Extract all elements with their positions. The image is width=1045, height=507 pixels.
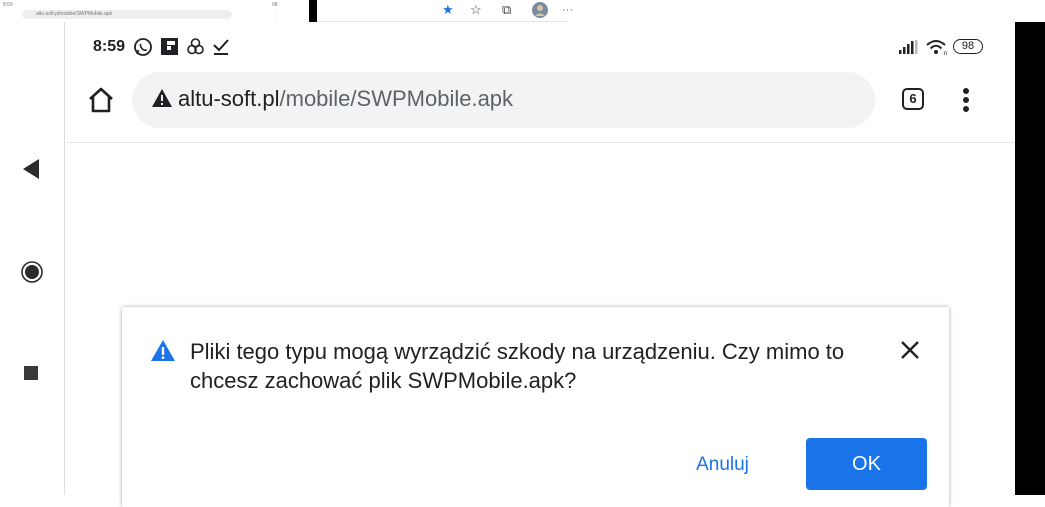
status-time: 8:59 [93,38,126,55]
toolbar-divider [66,142,1015,143]
collections-icon[interactable]: ⧉ [502,2,511,18]
browser-icon [187,38,204,55]
window-divider [309,0,317,22]
profile-icon[interactable] [532,2,548,22]
wifi-icon: n [926,40,947,56]
favorites-icon[interactable]: ☆ [470,2,482,18]
battery-icon: 98 [953,39,983,54]
system-nav-bar [0,22,65,495]
home-icon[interactable] [86,85,116,115]
whatsapp-icon [134,38,152,56]
ok-button[interactable]: OK [806,438,927,490]
thumbnail-battery: 98 [272,2,278,8]
back-icon[interactable] [23,159,39,179]
status-bar: 8:59 n 98 [65,22,1015,70]
url-path: /mobile/SWPMobile.apk [279,86,514,111]
svg-text:n: n [944,51,947,56]
thumbnail-status-time: 8:59 [3,2,13,8]
ellipsis-icon[interactable]: ··· [562,2,573,18]
browser-toolbar-strip: ★ ☆ ⧉ ··· [317,0,573,22]
star-icon[interactable]: ★ [442,2,454,18]
thumbnail-url: altu-soft.pl/mobile/SWPMobile.apk [22,10,232,19]
screenshot-thumbnail[interactable]: 8:59 altu-soft.pl/mobile/SWPMobile.apk 9… [0,0,305,22]
tabs-icon[interactable]: 6 [902,88,924,110]
url-text[interactable]: altu-soft.pl/mobile/SWPMobile.apk [178,86,513,112]
warning-icon [151,340,175,361]
thumbnail-more-icon: ⋮ [274,12,279,18]
dialog-message: Pliki tego typu mogą wyrządzić szkody na… [190,339,845,393]
warning-icon[interactable] [151,88,173,108]
black-sidebar [1015,22,1045,495]
cancel-button[interactable]: Anuluj [690,447,755,483]
close-icon[interactable] [899,339,921,361]
more-icon[interactable] [962,87,970,113]
download-done-icon [213,39,229,55]
recents-icon[interactable] [24,366,38,380]
signal-icon [899,40,918,54]
flipboard-icon [161,38,178,55]
url-host: altu-soft.pl [178,86,280,111]
nav-home-icon[interactable] [21,261,43,283]
